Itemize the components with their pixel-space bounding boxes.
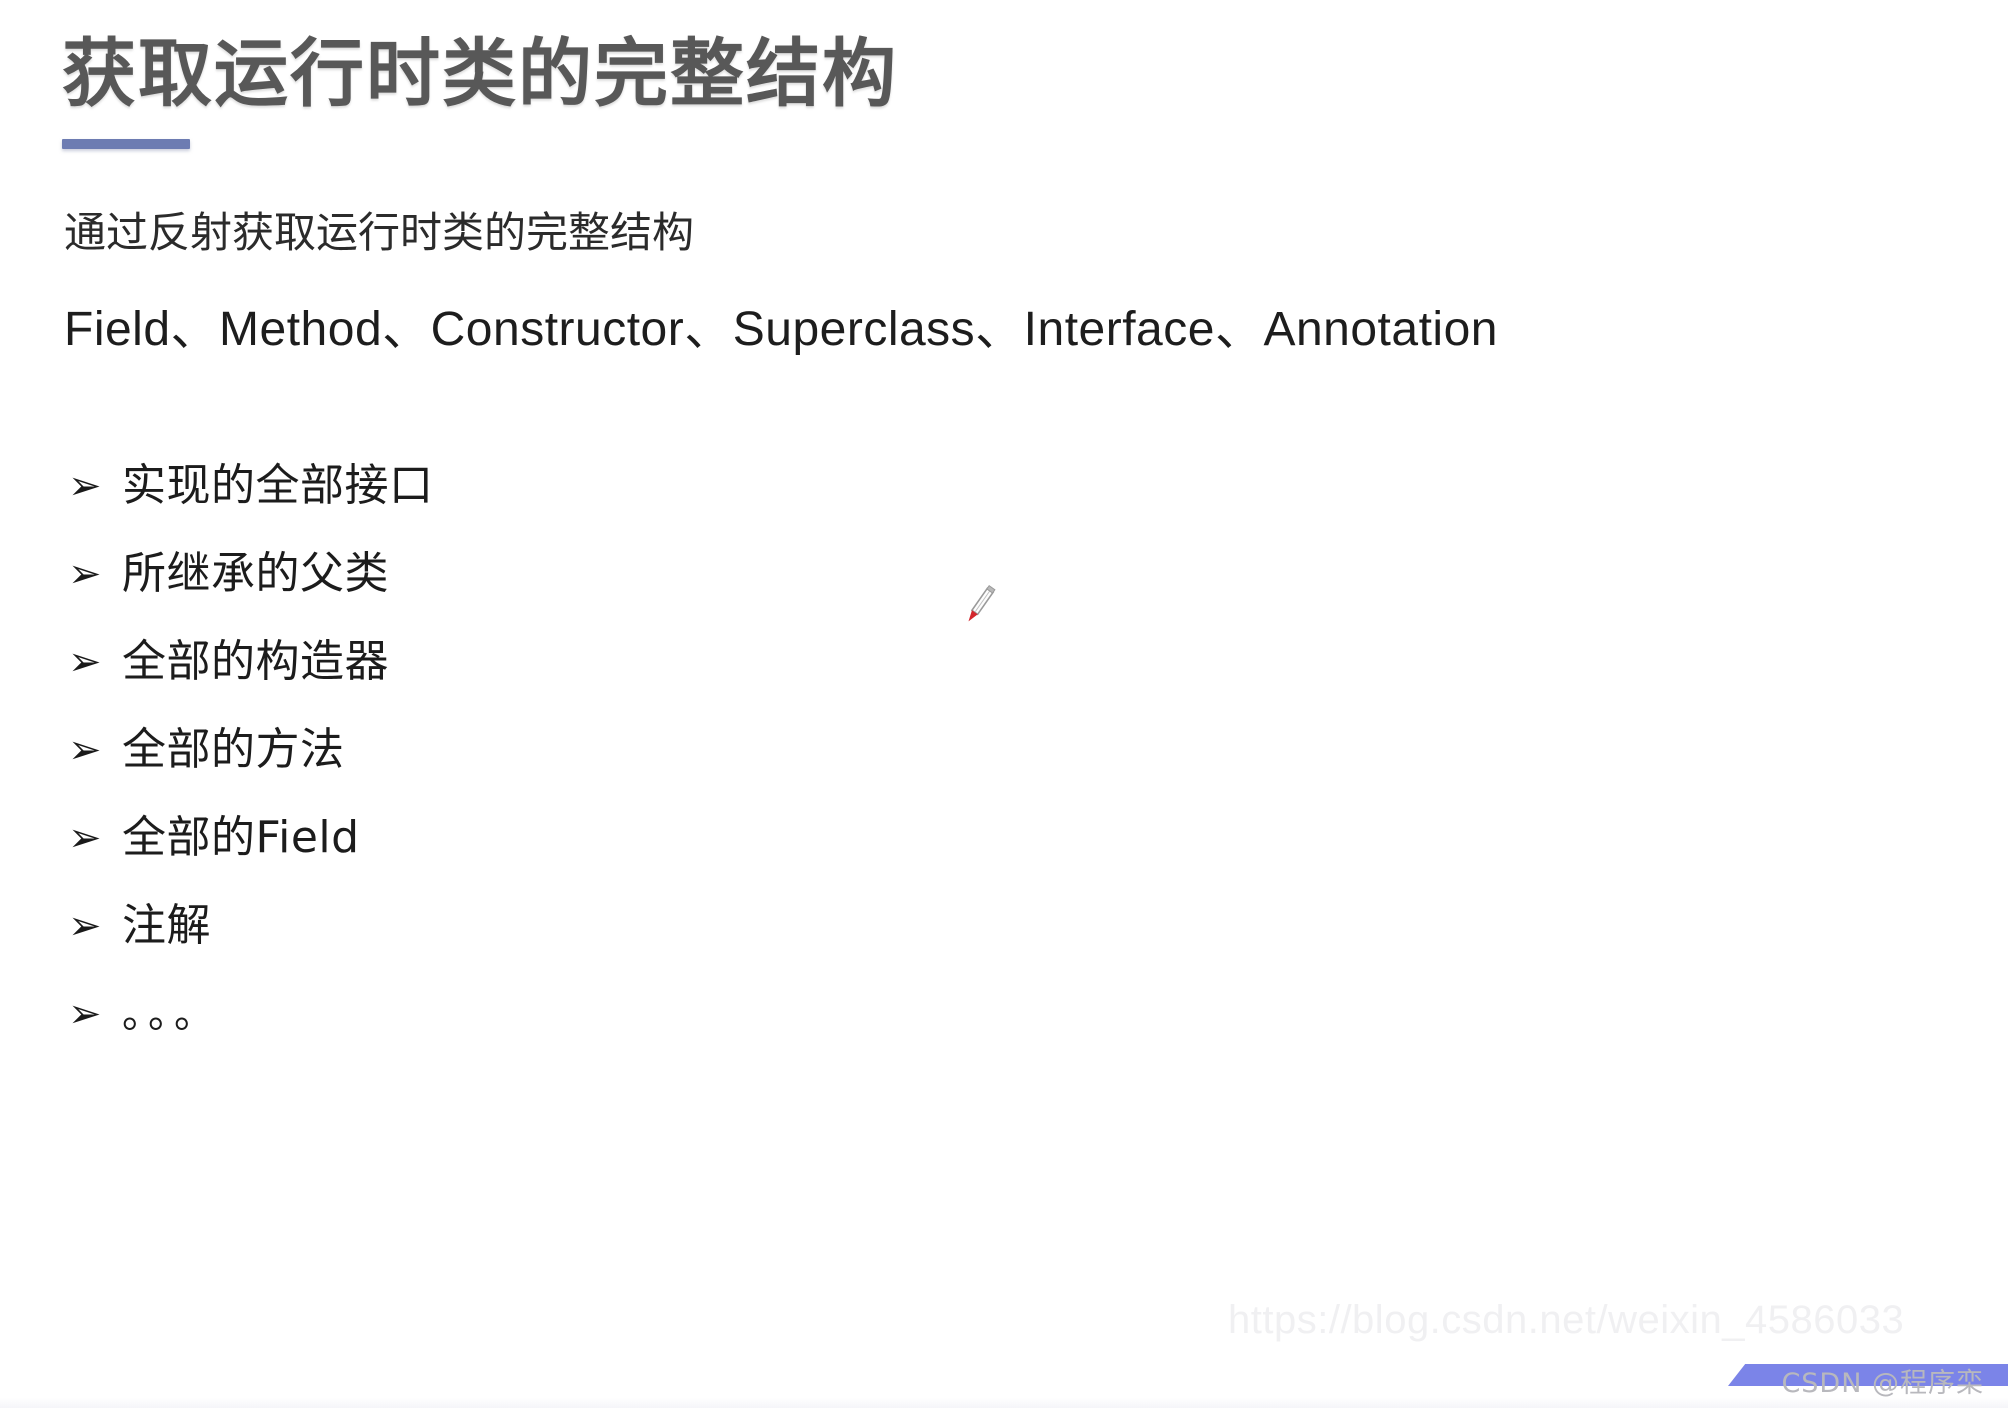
list-item: ➢ 全部的Field <box>64 812 1264 900</box>
csdn-brand-watermark: CSDN @程序栾 <box>1781 1368 1984 1399</box>
list-item-label: 实现的全部接口 <box>122 460 434 511</box>
page-title: 获取运行时类的完整结构 <box>62 31 898 117</box>
title-block: 获取运行时类的完整结构 <box>62 31 898 150</box>
list-item: ➢ 实现的全部接口 <box>64 460 1264 548</box>
api-terms-line: Field、Method、Constructor、Superclass、Inte… <box>64 303 1498 357</box>
list-item: ➢ 注解 <box>64 900 1264 988</box>
list-item-label: 注解 <box>122 900 211 951</box>
list-item-label: 。。。 <box>122 991 220 1037</box>
arrowhead-bullet-icon: ➢ <box>68 903 102 949</box>
arrowhead-bullet-icon: ➢ <box>68 639 102 685</box>
arrowhead-bullet-icon: ➢ <box>68 551 102 597</box>
bullet-list: ➢ 实现的全部接口 ➢ 所继承的父类 ➢ 全部的构造器 ➢ 全部的方法 ➢ 全部… <box>64 460 1264 1076</box>
list-item-label: 全部的方法 <box>122 724 345 775</box>
list-item: ➢ 。。。 <box>64 988 1264 1076</box>
subtitle-text: 通过反射获取运行时类的完整结构 <box>64 208 695 257</box>
body-block: 通过反射获取运行时类的完整结构 Field、Method、Constructor… <box>64 208 1964 358</box>
arrowhead-bullet-icon: ➢ <box>68 463 102 509</box>
list-item-label: 所继承的父类 <box>122 548 389 599</box>
title-accent-rule <box>62 139 190 150</box>
arrowhead-bullet-icon: ➢ <box>68 991 102 1037</box>
list-item: ➢ 全部的构造器 <box>64 636 1264 724</box>
list-item-label: 全部的Field <box>122 812 360 863</box>
slide-canvas: 获取运行时类的完整结构 通过反射获取运行时类的完整结构 Field、Method… <box>0 0 2008 1408</box>
list-item-label: 全部的构造器 <box>122 636 389 687</box>
arrowhead-bullet-icon: ➢ <box>68 727 102 773</box>
list-item: ➢ 全部的方法 <box>64 724 1264 812</box>
arrowhead-bullet-icon: ➢ <box>68 815 102 861</box>
url-watermark: https://blog.csdn.net/weixin_4586033 <box>1228 1298 1905 1342</box>
list-item: ➢ 所继承的父类 <box>64 548 1264 636</box>
